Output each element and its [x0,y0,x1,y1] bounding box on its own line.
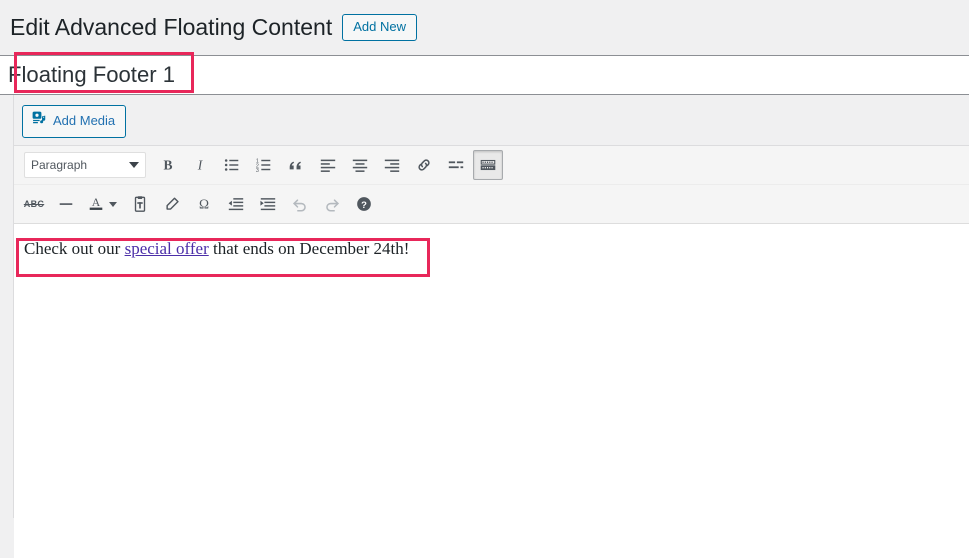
chevron-down-icon [109,201,117,207]
format-select-value: Paragraph [31,158,88,172]
undo-icon[interactable] [285,189,315,219]
align-center-icon[interactable] [345,150,375,180]
special-character-icon[interactable]: Ω [189,189,219,219]
editor-toolbars: Paragraph B I 1 2 3 ABC A Ω ? [14,146,969,224]
strikethrough-icon[interactable]: ABC [19,189,49,219]
content-text-after-link: that ends on December 24th! [208,239,410,258]
blockquote-icon[interactable] [281,150,311,180]
post-title-input[interactable] [0,56,969,94]
read-more-icon[interactable] [441,150,471,180]
format-select[interactable]: Paragraph [24,152,146,178]
page-title: Edit Advanced Floating Content [10,13,333,40]
content-paragraph: Check out our special offer that ends on… [24,236,959,262]
page-header: Edit Advanced Floating Content Add New [0,0,969,55]
chevron-down-icon [129,162,139,168]
editor-toolbar-row-1: Paragraph B I 1 2 3 [14,146,969,185]
horizontal-line-icon[interactable] [51,189,81,219]
align-left-icon[interactable] [313,150,343,180]
svg-text:Ω: Ω [199,197,209,212]
paste-as-text-icon[interactable] [125,189,155,219]
toolbar-toggle-icon[interactable] [473,150,503,180]
bold-icon[interactable]: B [153,150,183,180]
editor-container: Add Media Paragraph B I 1 2 3 ABC A Ω ? … [13,95,969,558]
svg-text:A: A [92,196,101,209]
add-new-button[interactable]: Add New [342,14,417,41]
content-text-before-link: Check out our [24,239,125,258]
editor-content-area[interactable]: Check out our special offer that ends on… [14,224,969,558]
svg-text:?: ? [361,200,367,211]
text-color-icon[interactable]: A [83,189,123,219]
insert-link-icon[interactable] [409,150,439,180]
text-color-swatch: A [83,189,109,219]
editor-toolbar-row-2: ABC A Ω ? [14,185,969,223]
post-title-row [0,55,969,95]
numbered-list-icon[interactable]: 1 2 3 [249,150,279,180]
media-buttons-bar: Add Media [14,95,969,146]
decrease-indent-icon[interactable] [221,189,251,219]
increase-indent-icon[interactable] [253,189,283,219]
svg-text:B: B [163,158,172,173]
special-offer-link[interactable]: special offer [125,239,209,258]
clear-formatting-icon[interactable] [157,189,187,219]
redo-icon[interactable] [317,189,347,219]
add-media-label: Add Media [53,113,116,128]
svg-text:I: I [197,158,204,173]
svg-text:3: 3 [256,168,259,174]
media-icon [31,110,47,133]
add-media-button[interactable]: Add Media [22,105,127,138]
italic-icon[interactable]: I [185,150,215,180]
strikethrough-label: ABC [23,199,45,209]
keyboard-shortcuts-icon[interactable]: ? [349,189,379,219]
align-right-icon[interactable] [377,150,407,180]
bulleted-list-icon[interactable] [217,150,247,180]
